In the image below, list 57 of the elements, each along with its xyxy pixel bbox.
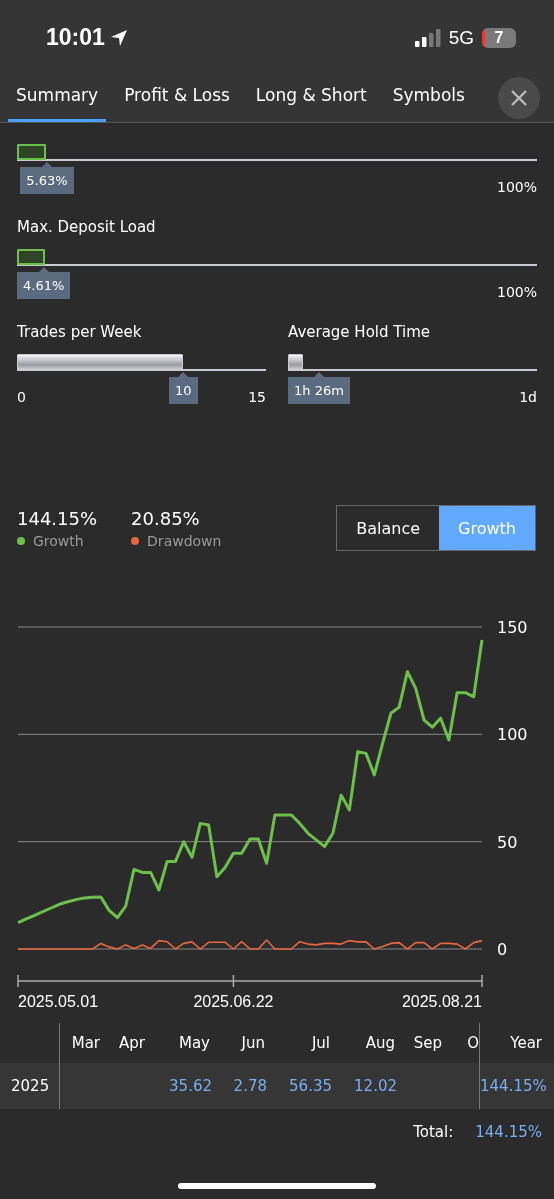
- column-header: Apr: [118, 1034, 146, 1052]
- table-cell-text: 2.78: [232, 1077, 268, 1095]
- slider-label: Trades per Week: [17, 322, 143, 342]
- value-tooltip: 5.63%: [20, 162, 74, 194]
- table-cell: 144.15%: [479, 1063, 554, 1109]
- tab[interactable]: Symbols: [384, 75, 473, 122]
- column-header: Jun: [239, 1034, 266, 1052]
- slider-track[interactable]: [17, 142, 537, 161]
- tab[interactable]: Summary: [8, 75, 107, 122]
- total-value: 144.15%: [475, 1123, 542, 1141]
- legend-label: Drawdown: [147, 532, 222, 549]
- slider-max-label: 1d: [519, 389, 537, 405]
- tab[interactable]: Profit & Loss: [116, 75, 238, 122]
- y-axis-label: 50: [497, 832, 518, 852]
- slider-min-label: 0: [17, 389, 26, 405]
- slider-fill[interactable]: [288, 354, 303, 370]
- slider-max-label: 100%: [496, 284, 537, 300]
- x-axis-label: 2025.08.21: [401, 993, 482, 1010]
- y-axis-label: 100: [497, 725, 528, 745]
- slider-track[interactable]: [17, 247, 537, 266]
- stat-value: 144.15%: [17, 507, 98, 529]
- column-header: O: [466, 1034, 479, 1052]
- y-axis-label: 150: [497, 618, 528, 637]
- close-button[interactable]: [498, 77, 540, 119]
- y-axis-label: 0: [497, 940, 508, 959]
- network-label: 5G: [448, 26, 474, 49]
- slider-label: Max. Deposit Load: [17, 217, 157, 237]
- x-axis-label: 2025.06.22: [193, 993, 274, 1010]
- legend-label: Growth: [33, 532, 84, 549]
- slider-fill[interactable]: [17, 144, 47, 160]
- tab[interactable]: Long & Short: [247, 75, 375, 122]
- column-header: Mar: [70, 1034, 101, 1052]
- value-tooltip: 1h 26m: [288, 372, 350, 404]
- table-cell-text: 35.62: [168, 1077, 213, 1095]
- table-cell-text: 12.02: [353, 1077, 398, 1095]
- value-tooltip: 10: [169, 372, 198, 404]
- slider-label: Average Hold Time: [288, 322, 431, 342]
- column-header: Sep: [412, 1034, 443, 1052]
- table-cell-text: 56.35: [288, 1077, 333, 1095]
- close-icon[interactable]: [510, 89, 528, 107]
- slider-max-label: 100%: [496, 179, 537, 195]
- slider-track[interactable]: [288, 352, 537, 371]
- slider-fill[interactable]: [17, 354, 184, 370]
- column-header: Jul: [310, 1034, 331, 1052]
- slider-track[interactable]: [17, 352, 266, 371]
- slider-max-label: 15: [248, 389, 266, 405]
- battery-icon: 7: [482, 27, 516, 48]
- slider-fill[interactable]: [17, 249, 45, 265]
- column-header: May: [178, 1034, 211, 1052]
- total-label: Total:: [413, 1123, 454, 1141]
- value-tooltip: 4.61%: [17, 267, 71, 299]
- column-header: Aug: [364, 1034, 396, 1052]
- clock-time: 10:01: [46, 24, 105, 51]
- stat-value: 20.85%: [131, 507, 201, 529]
- signal-icon: [414, 28, 441, 47]
- row-year: 2025: [0, 1063, 60, 1109]
- x-axis-label: 2025.05.01: [18, 993, 99, 1010]
